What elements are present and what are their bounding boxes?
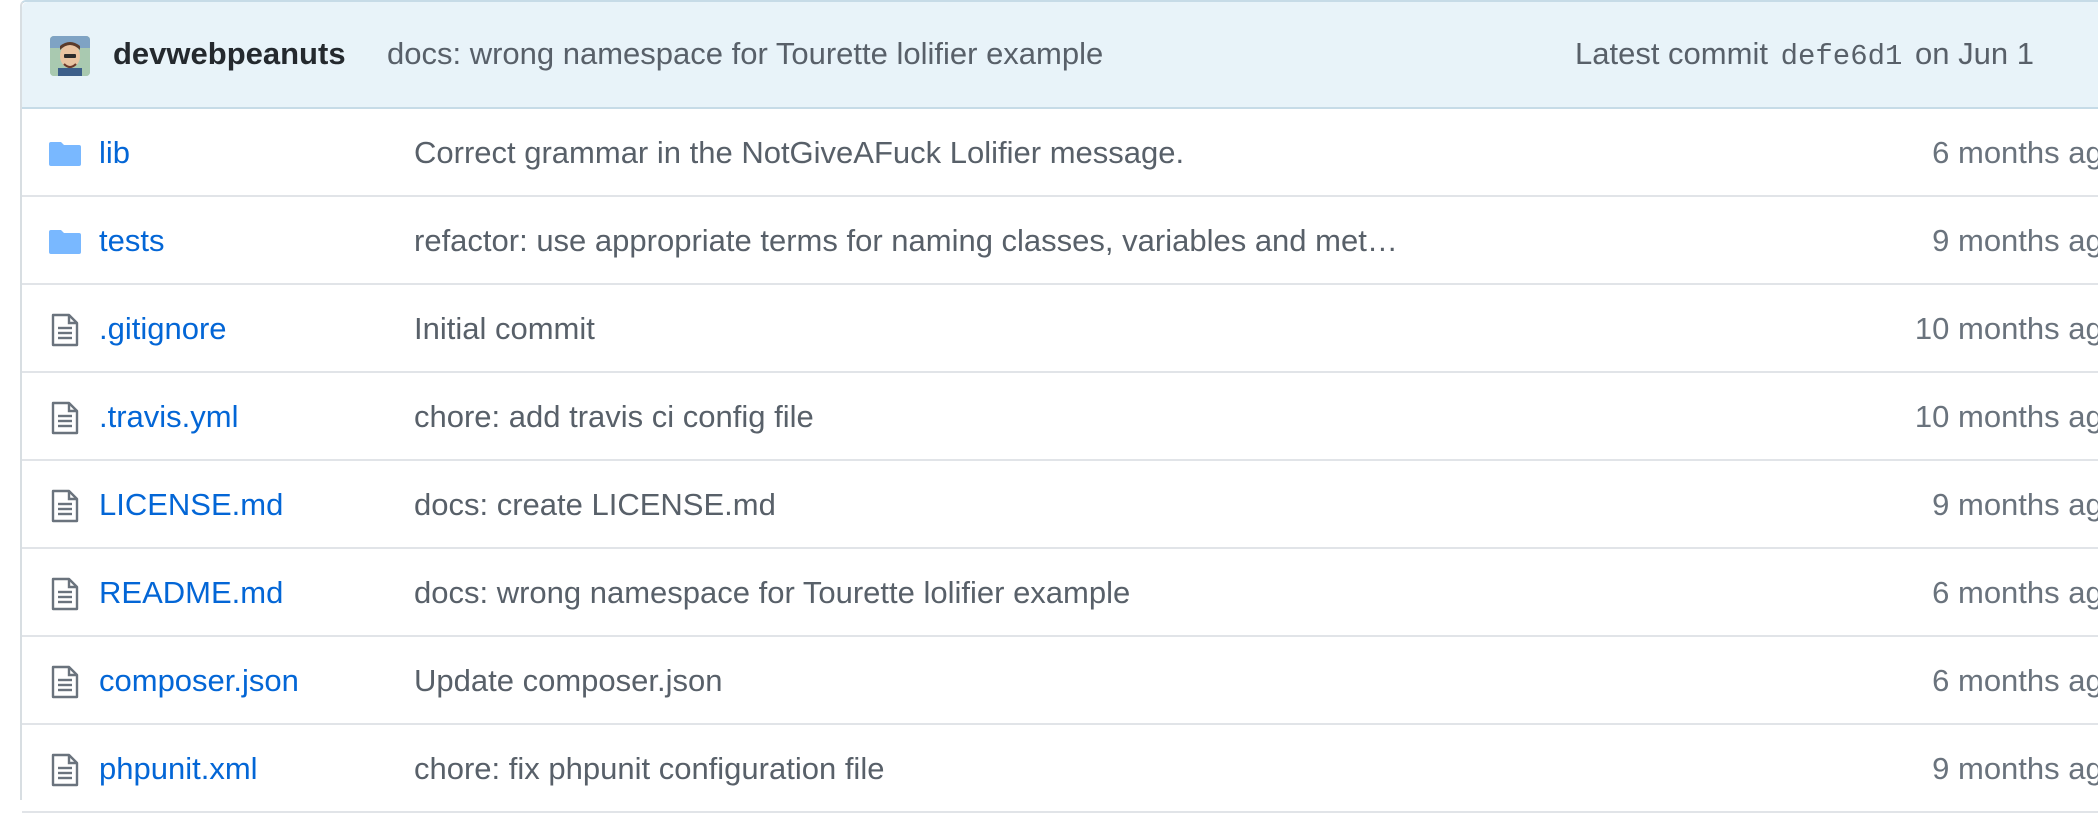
file-age: 6 months ago (1932, 575, 2098, 610)
file-name-link[interactable]: .travis.yml (99, 395, 239, 439)
folder-icon (47, 136, 83, 172)
latest-commit-info: Latest commit defe6d1 on Jun 1 (1575, 34, 2034, 77)
table-row: .travis.yml chore: add travis ci config … (22, 373, 2098, 461)
latest-commit-label: Latest commit (1575, 36, 1768, 71)
file-commit-message-link[interactable]: chore: add travis ci config file (414, 395, 814, 439)
file-age: 6 months ago (1932, 663, 2098, 698)
file-icon (47, 312, 83, 348)
file-icon (47, 488, 83, 524)
table-row: composer.json Update composer.json 6 mon… (22, 637, 2098, 725)
file-navigation-table: devwebpeanuts docs: wrong namespace for … (20, 0, 2098, 813)
file-commit-message-link[interactable]: docs: create LICENSE.md (414, 483, 776, 527)
avatar[interactable] (50, 36, 90, 76)
file-name-link[interactable]: .gitignore (99, 307, 227, 351)
file-commit-message-link[interactable]: Correct grammar in the NotGiveAFuck Loli… (414, 131, 1184, 175)
file-name-link[interactable]: composer.json (99, 659, 299, 703)
file-age: 9 months ago (1932, 223, 2098, 258)
commit-message-link[interactable]: docs: wrong namespace for Tourette lolif… (387, 34, 1103, 74)
file-age: 10 months ago (1914, 311, 2098, 346)
file-name-link[interactable]: README.md (99, 571, 283, 615)
file-icon (47, 576, 83, 612)
file-icon (47, 664, 83, 700)
table-row: tests refactor: use appropriate terms fo… (22, 197, 2098, 285)
table-row: LICENSE.md docs: create LICENSE.md 9 mon… (22, 461, 2098, 549)
file-commit-message-link[interactable]: Update composer.json (414, 659, 722, 703)
table-row: README.md docs: wrong namespace for Tour… (22, 549, 2098, 637)
file-age: 10 months ago (1914, 399, 2098, 434)
commit-author-link[interactable]: devwebpeanuts (113, 34, 346, 74)
file-icon (47, 400, 83, 436)
table-row: .gitignore Initial commit 10 months ago (22, 285, 2098, 373)
file-commit-message-link[interactable]: refactor: use appropriate terms for nami… (414, 219, 1398, 263)
table-row: lib Correct grammar in the NotGiveAFuck … (22, 109, 2098, 197)
latest-commit-bar: devwebpeanuts docs: wrong namespace for … (22, 2, 2098, 109)
file-commit-message-link[interactable]: docs: wrong namespace for Tourette lolif… (414, 571, 1130, 615)
file-list: lib Correct grammar in the NotGiveAFuck … (22, 109, 2098, 813)
file-age: 9 months ago (1932, 751, 2098, 786)
file-name-link[interactable]: tests (99, 219, 164, 263)
file-commit-message-link[interactable]: Initial commit (414, 307, 595, 351)
file-age: 9 months ago (1932, 487, 2098, 522)
folder-icon (47, 224, 83, 260)
file-name-link[interactable]: lib (99, 131, 130, 175)
file-age: 6 months ago (1932, 135, 2098, 170)
commit-sha-link[interactable]: defe6d1 (1781, 40, 1903, 73)
commit-date-prefix: on (1915, 36, 1950, 71)
file-name-link[interactable]: phpunit.xml (99, 747, 258, 791)
commit-date: Jun 1 (1958, 36, 2034, 71)
file-icon (47, 752, 83, 788)
file-commit-message-link[interactable]: chore: fix phpunit configuration file (414, 747, 884, 791)
table-row: phpunit.xml chore: fix phpunit configura… (22, 725, 2098, 813)
file-name-link[interactable]: LICENSE.md (99, 483, 283, 527)
